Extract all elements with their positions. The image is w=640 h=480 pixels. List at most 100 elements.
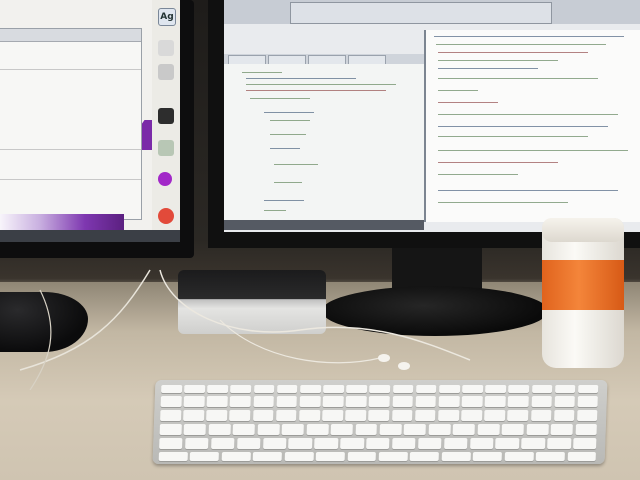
key bbox=[391, 410, 413, 421]
key bbox=[576, 410, 598, 421]
key bbox=[347, 452, 377, 461]
cup-sleeve bbox=[542, 260, 624, 310]
key bbox=[368, 396, 390, 407]
key bbox=[428, 424, 451, 435]
key bbox=[236, 438, 261, 449]
key bbox=[252, 452, 283, 461]
key bbox=[221, 452, 251, 461]
key bbox=[415, 385, 437, 393]
key bbox=[553, 410, 575, 421]
key bbox=[299, 396, 321, 407]
key bbox=[484, 410, 506, 421]
key bbox=[276, 396, 298, 407]
key bbox=[330, 424, 353, 435]
key bbox=[508, 385, 530, 393]
file-icon bbox=[158, 140, 174, 156]
cup-lid bbox=[542, 218, 624, 242]
key bbox=[257, 424, 280, 435]
key bbox=[161, 385, 182, 393]
left-monitor-screen: Ag bbox=[0, 0, 180, 242]
key bbox=[369, 385, 391, 393]
key bbox=[379, 424, 402, 435]
coffee-cup bbox=[542, 218, 624, 368]
key bbox=[323, 385, 345, 393]
earbud bbox=[398, 362, 410, 370]
keyboard-keys bbox=[158, 385, 602, 461]
key bbox=[378, 452, 408, 461]
key bbox=[184, 438, 209, 449]
key bbox=[443, 438, 468, 449]
key bbox=[284, 452, 314, 461]
key bbox=[253, 396, 275, 407]
key bbox=[392, 396, 414, 407]
key bbox=[575, 424, 598, 435]
right-monitor bbox=[208, 0, 640, 248]
key bbox=[368, 410, 390, 421]
key bbox=[262, 438, 287, 449]
key bbox=[183, 424, 207, 435]
key bbox=[183, 396, 205, 407]
key bbox=[345, 396, 367, 407]
desk-photo: Ag bbox=[0, 0, 640, 480]
ide-status-bar bbox=[224, 220, 424, 230]
key bbox=[501, 424, 525, 435]
key bbox=[438, 396, 460, 407]
key bbox=[322, 396, 344, 407]
key bbox=[495, 438, 520, 449]
key bbox=[507, 410, 529, 421]
key bbox=[281, 424, 305, 435]
key bbox=[229, 410, 251, 421]
key bbox=[184, 385, 206, 393]
key bbox=[306, 424, 329, 435]
right-monitor-screen bbox=[224, 0, 640, 232]
app-icon bbox=[158, 208, 174, 224]
file-icon bbox=[158, 64, 174, 80]
key bbox=[437, 410, 459, 421]
key bbox=[504, 452, 534, 461]
key bbox=[230, 385, 252, 393]
key bbox=[554, 396, 576, 407]
key bbox=[469, 438, 494, 449]
purple-circle-icon bbox=[158, 172, 172, 186]
key bbox=[253, 385, 275, 393]
key bbox=[485, 385, 507, 393]
ide-floating-toolbar bbox=[290, 2, 552, 24]
key bbox=[183, 410, 205, 421]
key bbox=[484, 396, 506, 407]
key bbox=[345, 410, 367, 421]
key bbox=[288, 438, 313, 449]
key bbox=[159, 438, 183, 449]
key bbox=[521, 438, 546, 449]
key bbox=[366, 438, 390, 449]
key bbox=[531, 385, 553, 393]
key bbox=[441, 452, 471, 461]
key bbox=[535, 452, 566, 461]
key bbox=[229, 396, 252, 407]
key bbox=[461, 410, 483, 421]
key bbox=[275, 410, 297, 421]
left-monitor: Ag bbox=[0, 0, 194, 258]
key bbox=[438, 385, 460, 393]
key bbox=[314, 438, 339, 449]
key bbox=[526, 424, 549, 435]
window-title-bar bbox=[0, 29, 141, 42]
key bbox=[340, 438, 364, 449]
key bbox=[346, 385, 368, 393]
file-icon bbox=[158, 40, 174, 56]
key bbox=[554, 385, 576, 393]
code-editor-left bbox=[224, 64, 424, 220]
key bbox=[208, 424, 231, 435]
app-window bbox=[0, 28, 142, 220]
keyboard bbox=[152, 380, 608, 464]
key bbox=[410, 452, 440, 461]
key bbox=[252, 410, 274, 421]
key bbox=[276, 385, 298, 393]
key bbox=[298, 410, 321, 421]
key bbox=[472, 452, 503, 461]
key bbox=[547, 438, 572, 449]
key bbox=[207, 385, 229, 393]
key bbox=[577, 385, 599, 393]
key bbox=[462, 385, 483, 393]
key bbox=[452, 424, 476, 435]
key bbox=[507, 396, 529, 407]
